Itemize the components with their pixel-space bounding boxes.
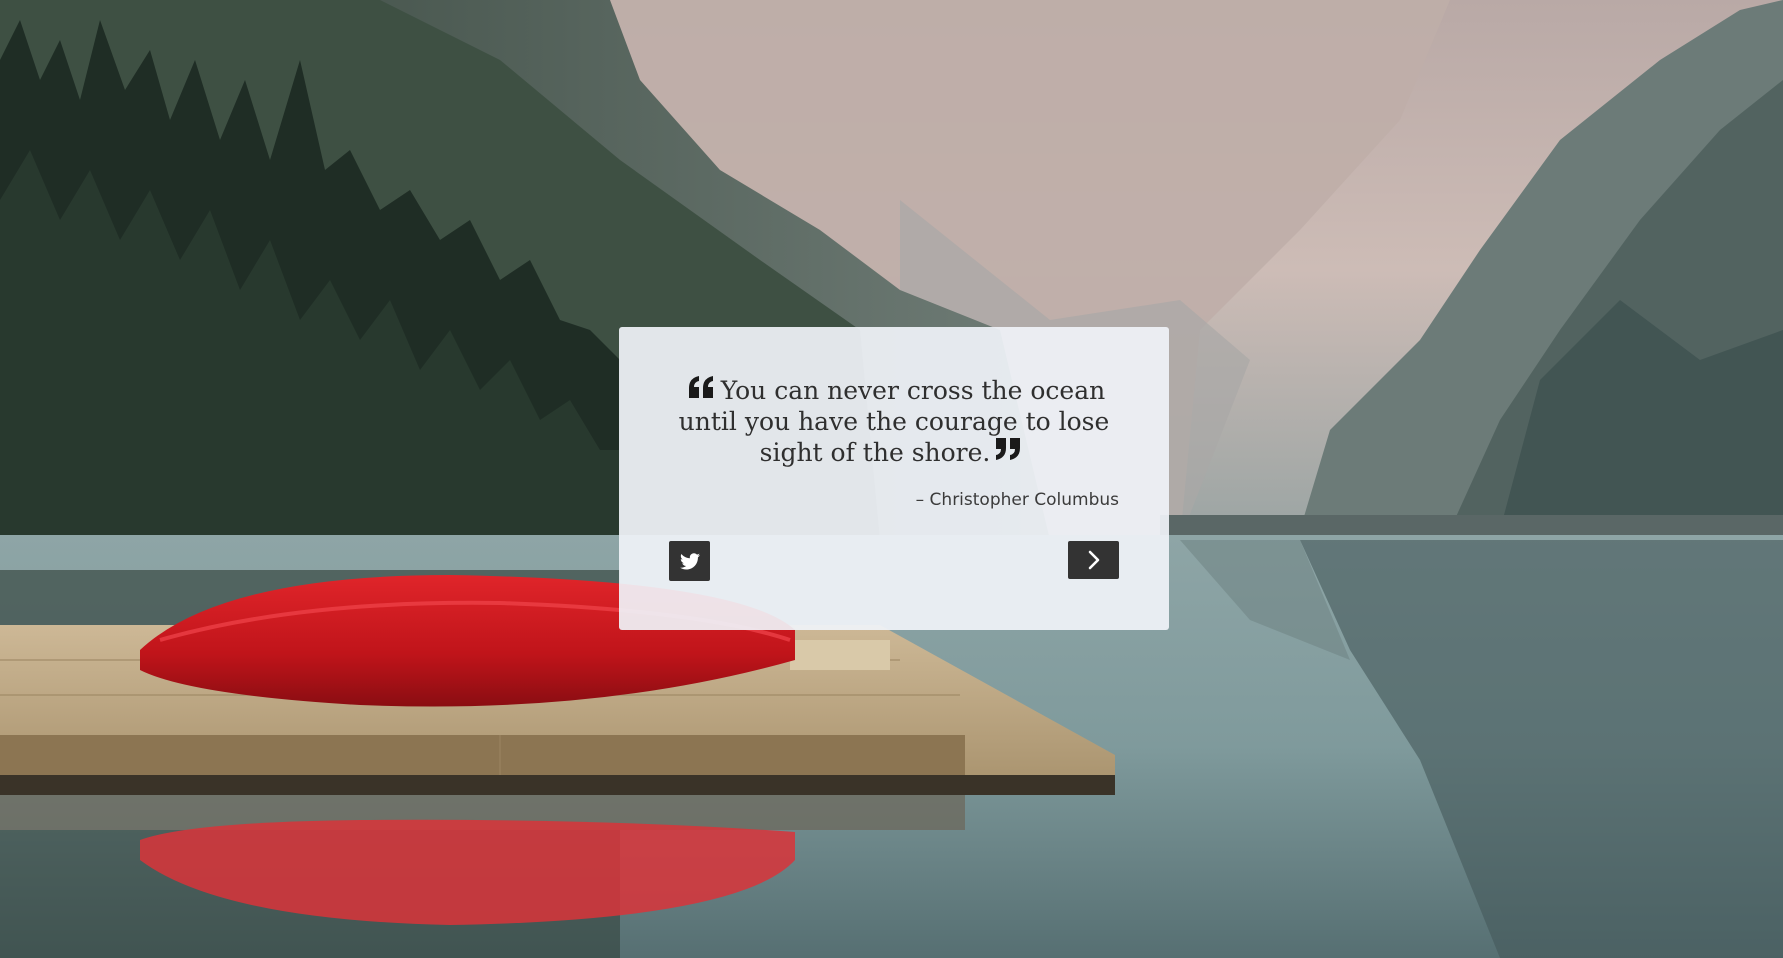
quote-card: You can never cross the ocean until you … [619, 327, 1169, 630]
quote-open-icon [688, 375, 713, 398]
tweet-button[interactable] [669, 541, 710, 581]
twitter-icon [679, 552, 700, 569]
next-quote-button[interactable] [1068, 541, 1119, 579]
quote-actions [669, 541, 1119, 581]
chevron-right-icon [1088, 550, 1099, 570]
quote-close-icon [996, 437, 1021, 460]
quote-text-block: You can never cross the ocean until you … [669, 375, 1119, 468]
quote-author: – Christopher Columbus [915, 490, 1119, 510]
quote-text: You can never cross the ocean until you … [678, 376, 1110, 467]
